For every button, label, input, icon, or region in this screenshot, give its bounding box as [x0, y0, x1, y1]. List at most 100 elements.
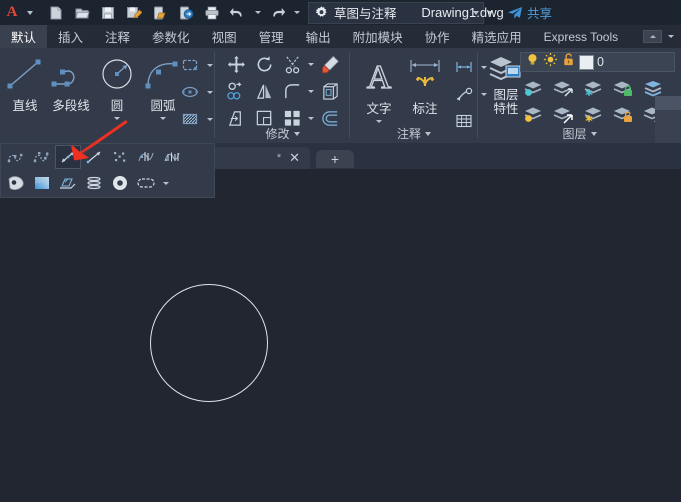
measure-icon[interactable]	[160, 146, 184, 168]
ribbon-tab-default[interactable]: 默认	[0, 25, 47, 48]
plot-icon[interactable]	[200, 2, 224, 24]
dimension-style-icon[interactable]	[452, 55, 476, 79]
copy-icon[interactable]	[223, 80, 249, 104]
layer-turn-all-on-icon[interactable]	[550, 103, 576, 127]
ray-icon[interactable]	[82, 146, 106, 168]
layer-lock-icon[interactable]	[610, 77, 636, 101]
erase-icon[interactable]	[317, 53, 343, 77]
customize-qat-icon[interactable]	[484, 0, 495, 25]
layer-unisolate-icon[interactable]	[550, 77, 576, 101]
spline-cv-icon[interactable]	[30, 146, 54, 168]
layer-color-swatch[interactable]	[579, 55, 594, 70]
move-icon[interactable]	[223, 53, 249, 77]
ribbon-tab-parametric[interactable]: 参数化	[141, 25, 201, 48]
text-label: 文字	[366, 98, 391, 117]
save-to-web-icon[interactable]	[174, 2, 198, 24]
open-from-web-icon[interactable]	[148, 2, 172, 24]
ribbon-tab-featured-apps[interactable]: 精选应用	[461, 25, 533, 48]
ribbon-tab-addins[interactable]: 附加模块	[342, 25, 414, 48]
autocad-a-logo[interactable]: A	[0, 0, 24, 25]
save-icon[interactable]	[96, 2, 120, 24]
layer-unlock-icon[interactable]	[610, 103, 636, 127]
save-as-icon[interactable]	[122, 2, 146, 24]
divide-icon[interactable]	[134, 146, 158, 168]
array-3d-icon[interactable]	[317, 80, 343, 104]
mirror-icon[interactable]	[251, 80, 277, 104]
ribbon-tab-collaborate[interactable]: 协作	[414, 25, 461, 48]
title-bar: A	[0, 0, 681, 25]
leader-icon[interactable]	[452, 82, 476, 106]
layer-freeze-icon[interactable]	[580, 77, 606, 101]
minimize-ribbon-icon[interactable]	[643, 30, 662, 43]
modify-panel-chevron-down-icon[interactable]	[294, 132, 300, 136]
rotate-icon[interactable]	[251, 53, 277, 77]
layer-isolate-icon[interactable]	[520, 77, 546, 101]
text-button[interactable]: A 文字	[356, 50, 402, 134]
ribbon-tab-annotate[interactable]: 注释	[94, 25, 141, 48]
undo-icon[interactable]	[226, 2, 250, 24]
undo-dropdown-chevron-down-icon[interactable]	[252, 0, 263, 25]
new-file-tab-button[interactable]: +	[316, 150, 354, 168]
polyline-button[interactable]: 多段线	[48, 50, 94, 122]
boundary-icon[interactable]	[56, 172, 80, 194]
workspace-chevron-down-icon[interactable]	[469, 11, 483, 15]
fillet-icon[interactable]	[279, 80, 305, 104]
circle-button[interactable]: 圆	[94, 50, 140, 122]
text-dropdown-chevron-down-icon[interactable]	[376, 117, 382, 125]
draw-panel-flyout	[0, 143, 215, 198]
open-file-icon[interactable]	[70, 2, 94, 24]
lightbulb-on-icon[interactable]	[525, 52, 540, 72]
polyline-label: 多段线	[52, 95, 90, 114]
rectangle-icon[interactable]	[178, 53, 202, 77]
annotation-panel-chevron-down-icon[interactable]	[425, 132, 431, 136]
polyline-icon	[49, 54, 93, 94]
ribbon-tab-insert[interactable]: 插入	[47, 25, 94, 48]
region-icon[interactable]	[4, 172, 28, 194]
new-file-icon[interactable]	[44, 2, 68, 24]
draw-big-buttons: 直线 多段线 圆	[2, 50, 186, 122]
dimension-button[interactable]: 标注	[402, 50, 448, 134]
revision-cloud-chevron-down-icon[interactable]	[160, 171, 171, 196]
current-layer-combo[interactable]: 0	[520, 52, 675, 72]
trim-dropdown-chevron-down-icon[interactable]	[307, 63, 315, 66]
layers-panel-label[interactable]: 图层	[478, 125, 681, 142]
annotation-panel-label[interactable]: 注释	[350, 125, 478, 142]
ribbon-tab-manage[interactable]: 管理	[248, 25, 295, 48]
dimension-label: 标注	[412, 98, 437, 117]
close-icon[interactable]: ✕	[289, 150, 300, 166]
array-dropdown-chevron-down-icon[interactable]	[307, 117, 315, 120]
layers-panel-chevron-down-icon[interactable]	[591, 132, 597, 136]
redo-icon[interactable]	[265, 2, 289, 24]
multiple-points-icon[interactable]	[108, 146, 132, 168]
revision-cloud-icon[interactable]	[134, 172, 158, 194]
ribbon-display-chevron-down-icon[interactable]	[665, 24, 676, 49]
redo-dropdown-chevron-down-icon[interactable]	[291, 0, 302, 25]
helix-icon[interactable]	[82, 172, 106, 194]
share-button[interactable]: 共享	[507, 0, 552, 25]
ribbon-scroll-top[interactable]	[655, 96, 681, 110]
donut-icon[interactable]	[108, 172, 132, 194]
workspace-switcher[interactable]: 草图与注释	[308, 2, 484, 24]
unlock-icon[interactable]	[561, 52, 576, 72]
ellipse-icon[interactable]	[178, 80, 202, 104]
hatch-icon[interactable]	[178, 107, 202, 131]
layer-off-icon[interactable]	[520, 103, 546, 127]
gradient-icon[interactable]	[30, 172, 54, 194]
arc-dropdown-chevron-down-icon[interactable]	[160, 114, 166, 122]
drawn-circle[interactable]	[150, 284, 268, 402]
circle-dropdown-chevron-down-icon[interactable]	[114, 114, 120, 122]
spline-fit-icon[interactable]	[4, 146, 28, 168]
ribbon-tab-view[interactable]: 视图	[201, 25, 248, 48]
fillet-dropdown-chevron-down-icon[interactable]	[307, 90, 315, 93]
line-icon	[5, 54, 45, 94]
ribbon-tab-output[interactable]: 输出	[295, 25, 342, 48]
drawing-canvas[interactable]	[0, 169, 681, 502]
sun-icon[interactable]	[543, 52, 558, 72]
line-button[interactable]: 直线	[2, 50, 48, 122]
ribbon-tab-express-tools[interactable]: Express Tools	[533, 25, 629, 48]
modify-panel-label[interactable]: 修改	[215, 125, 350, 142]
application-menu-chevron-down-icon[interactable]	[24, 0, 35, 25]
layer-thaw-all-icon[interactable]	[580, 103, 606, 127]
trim-icon[interactable]	[279, 53, 305, 77]
construction-line-icon[interactable]	[56, 146, 80, 168]
